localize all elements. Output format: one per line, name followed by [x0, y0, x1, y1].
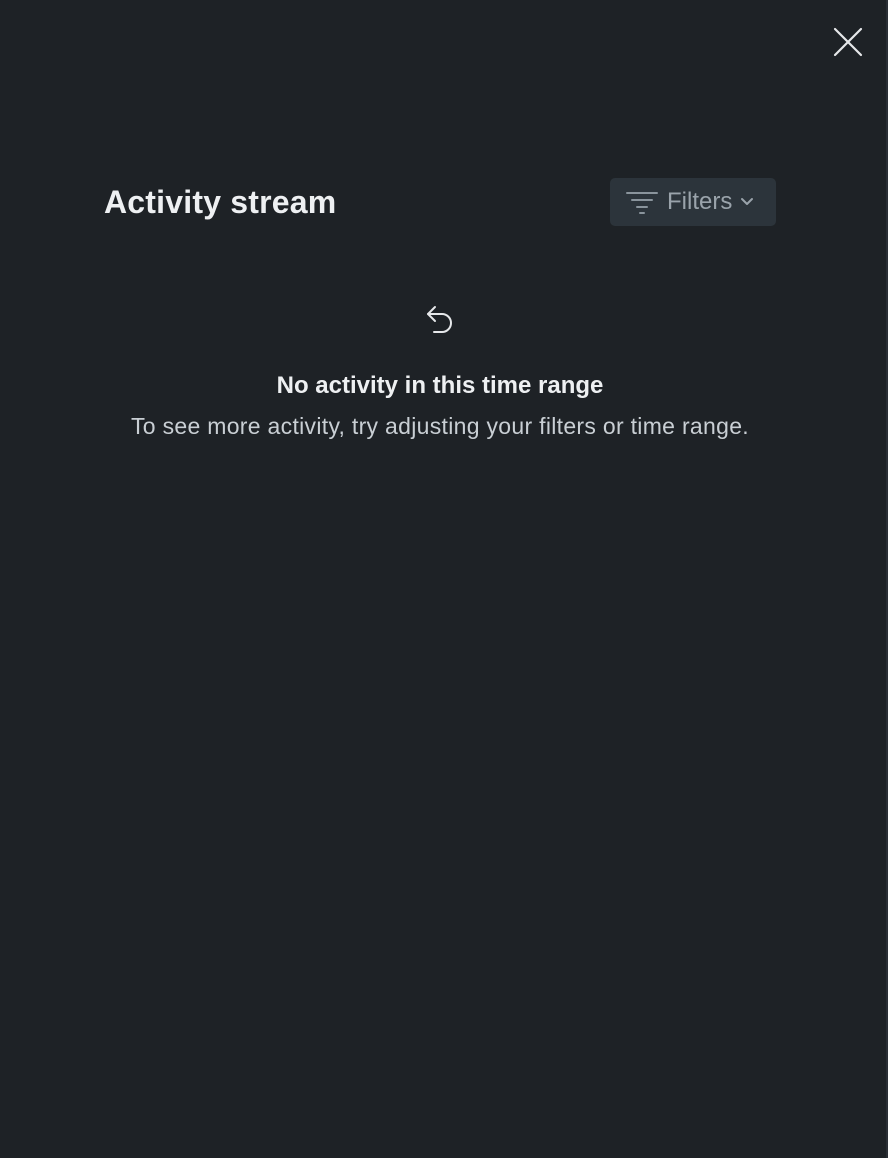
filters-label: Filters	[667, 188, 733, 215]
close-icon	[833, 27, 863, 57]
activity-stream-panel: Activity stream Filters No activity in t…	[0, 0, 888, 1158]
close-button[interactable]	[830, 24, 866, 60]
header: Activity stream Filters	[104, 178, 776, 226]
empty-state-title: No activity in this time range	[276, 372, 604, 399]
filters-button[interactable]: Filters	[610, 178, 776, 226]
page-title: Activity stream	[104, 183, 337, 220]
chevron-down-icon	[741, 198, 754, 205]
empty-state: No activity in this time range To see mo…	[104, 304, 776, 442]
filter-icon	[626, 192, 658, 214]
undo-arrow-icon	[427, 306, 452, 333]
empty-state-description: To see more activity, try adjusting your…	[131, 413, 749, 439]
